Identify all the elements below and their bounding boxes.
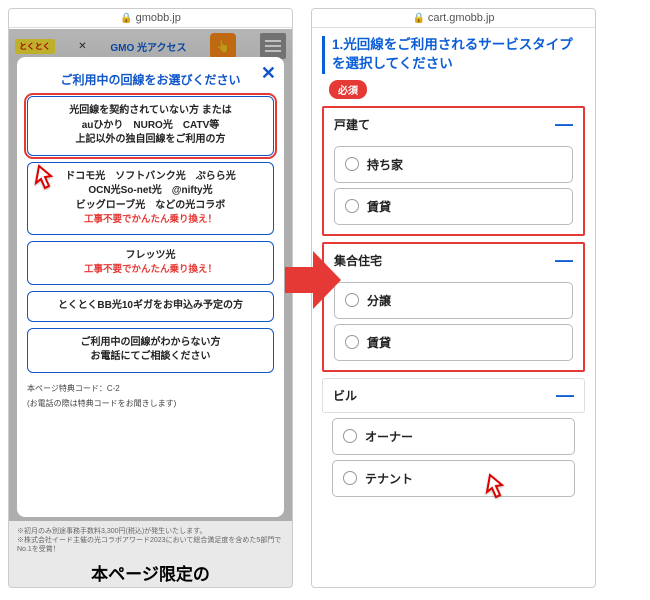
service-group-0: 戸建て — 持ち家賃貸 (322, 106, 585, 236)
page-heading: 本ページ限定の (17, 560, 284, 585)
option-text: フレッツ光 (34, 249, 267, 264)
option-subtext: 工事不要でかんたん乗り換え！ (34, 213, 267, 227)
footnote-hint: (お電話の際は特典コードをお聞きします) (27, 398, 274, 409)
line-option-2[interactable]: フレッツ光工事不要でかんたん乗り換え！ (27, 241, 274, 285)
page-footer: ※初月のみ別途事務手数料3,300円(税込)が発生いたします。 ※株式会社イード… (9, 521, 292, 587)
lock-icon: 🔒 (120, 13, 132, 24)
radio-icon (345, 293, 359, 307)
radio-label: 賃貸 (367, 198, 391, 215)
group-header[interactable]: 集合住宅— (324, 244, 583, 277)
disclaimer-2: ※株式会社イード主催の光コラボアワード2023において総合満足度を含めた5部門で… (17, 536, 284, 554)
pointer-hand-icon (480, 471, 512, 503)
radio-option[interactable]: 持ち家 (334, 146, 573, 183)
modal-title: ご利用中の回線をお選びください (27, 71, 274, 88)
radio-option[interactable]: 分譲 (334, 282, 573, 319)
line-select-modal: ✕ ご利用中の回線をお選びください 光回線を契約されていない方 またはauひかり… (17, 57, 284, 517)
disclaimer-1: ※初月のみ別途事務手数料3,300円(税込)が発生いたします。 (17, 527, 284, 536)
option-text: auひかり NURO光 CATV等 (34, 119, 267, 134)
radio-label: 分譲 (367, 292, 391, 309)
radio-icon (345, 199, 359, 213)
left-screen: 🔒gmobb.jp とくとく ✕ GMO 光アクセス 👆 ✕ ご利用中の回線をお… (8, 8, 293, 588)
radio-icon (345, 157, 359, 171)
service-group-1: 集合住宅— 分譲賃貸 (322, 242, 585, 372)
radio-icon (345, 335, 359, 349)
url-text: cart.gmobb.jp (428, 12, 495, 24)
option-text: お電話にてご相談ください (34, 350, 267, 365)
radio-label: オーナー (365, 428, 413, 445)
radio-label: 賃貸 (367, 334, 391, 351)
required-badge: 必須 (329, 80, 367, 99)
collapse-icon: — (555, 120, 573, 129)
group-name: 戸建て (334, 116, 370, 133)
right-screen: 🔒 cart.gmobb.jp 1.光回線をご利用されるサービスタイプを選択してく… (311, 8, 596, 588)
line-option-1[interactable]: ドコモ光 ソフトバンク光 ぷらら光OCN光So-net光 @nifty光ビッグロ… (27, 162, 274, 235)
option-subtext: 工事不要でかんたん乗り換え！ (34, 263, 267, 277)
radio-option[interactable]: オーナー (332, 418, 575, 455)
step-title: 1.光回線をご利用されるサービスタイプを選択してください (322, 36, 585, 74)
collapse-icon: — (555, 256, 573, 265)
url-text: gmobb.jp (136, 12, 181, 24)
line-option-3[interactable]: とくとくBB光10ギガをお申込み予定の方 (27, 291, 274, 322)
close-icon[interactable]: ✕ (261, 63, 276, 84)
collapse-icon: — (556, 391, 574, 400)
radio-icon (343, 429, 357, 443)
url-bar: 🔒 cart.gmobb.jp (312, 9, 595, 28)
option-text: ビッグローブ光 などの光コラボ (34, 199, 267, 214)
footnote-code: 本ページ特典コード：C-2 (27, 383, 274, 394)
radio-option[interactable]: 賃貸 (334, 324, 573, 361)
option-text: 光回線を契約されていない方 または (34, 104, 267, 119)
option-text: ご利用中の回線がわからない方 (34, 336, 267, 351)
group-header[interactable]: 戸建て — (324, 108, 583, 141)
radio-option[interactable]: 賃貸 (334, 188, 573, 225)
radio-icon (343, 471, 357, 485)
radio-option[interactable]: テナント (332, 460, 575, 497)
group-header[interactable]: ビル — (322, 378, 585, 413)
group-name: ビル (333, 387, 357, 404)
line-option-4[interactable]: ご利用中の回線がわからない方お電話にてご相談ください (27, 328, 274, 373)
radio-label: 持ち家 (367, 156, 403, 173)
option-text: とくとくBB光10ギガをお申込み予定の方 (34, 299, 267, 314)
arrow-icon (283, 245, 343, 315)
pointer-hand-icon (29, 162, 61, 194)
option-text: OCN光So-net光 @nifty光 (34, 184, 267, 199)
radio-label: テナント (365, 470, 413, 487)
service-group-2: ビル — オーナーテナント (322, 378, 585, 497)
line-option-0[interactable]: 光回線を契約されていない方 またはauひかり NURO光 CATV等上記以外の独… (27, 96, 274, 156)
lock-icon: 🔒 (412, 13, 424, 24)
option-text: ドコモ光 ソフトバンク光 ぷらら光 (34, 170, 267, 185)
option-text: 上記以外の独自回線をご利用の方 (34, 133, 267, 148)
url-bar: 🔒 gmobb.jp (9, 9, 292, 28)
